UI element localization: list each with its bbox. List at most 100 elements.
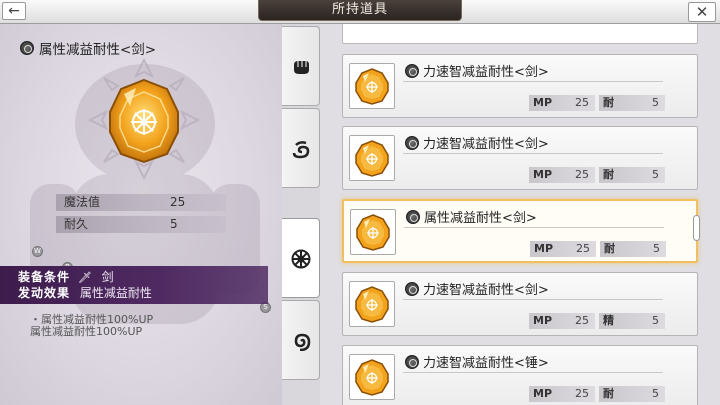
stat-value: 25 [170,195,186,209]
gem-slot-icon [20,41,34,55]
top-bar: ← 所持道具 ✕ [0,0,720,24]
stat-label: 耐 [603,168,614,181]
divider [403,372,663,373]
back-button[interactable]: ← [2,2,26,20]
tab-fist[interactable] [282,26,320,106]
item-name-row: 属性减益耐性<剑> [406,207,537,226]
sword-icon: 🗡 [77,271,92,284]
large-gem-icon [84,54,204,184]
stat-label: MP [533,168,553,181]
close-icon: ✕ [695,3,709,21]
stat-value: 5 [652,387,659,400]
list-item[interactable]: 力速智减益耐性<剑> MP 25 精 5 [342,272,698,336]
tab-compass[interactable] [282,218,320,298]
tab-spiral[interactable] [282,300,320,380]
stat-secondary: 耐 5 [599,167,665,183]
stat-value: 25 [575,96,589,109]
stat-label: MP [533,314,553,327]
item-name-row: 力速智减益耐性<剑> [405,133,549,152]
item-icon-frame [349,135,395,181]
compass-icon [291,249,311,269]
gem-slot-icon [405,281,419,296]
item-name-row: 力速智减益耐性<锤> [405,352,549,371]
stat-value: 25 [575,168,589,181]
gem-slot-icon [405,354,419,369]
equip-condition-label: 装备条件 [18,270,71,284]
item-list[interactable]: 力速智减益耐性<剑> MP 25 耐 5 力速智减益耐性<剑> MP 25 耐 … [320,24,720,405]
divider [403,299,663,300]
gem-icon [355,68,389,105]
item-name-row: 力速智减益耐性<剑> [405,61,549,80]
gem-slot-icon [406,209,420,224]
page-title: 所持道具 [258,0,462,21]
stat-mp: MP 25 [529,313,595,329]
stat-label: 耐久 [64,217,89,231]
effect-row: 发动效果 属性减益耐性 [18,285,152,301]
item-icon-frame [349,63,395,109]
gem-icon [355,140,389,177]
stat-row-durability: 耐久 5 [56,216,226,233]
stat-secondary: 耐 5 [600,241,666,257]
gem-icon [356,214,390,251]
stat-value: 5 [170,217,178,231]
item-name: 力速智减益耐性<锤> [423,356,549,371]
list-item[interactable]: 属性减益耐性<剑> MP 25 耐 5 [342,199,698,263]
list-item-partial[interactable] [342,24,698,44]
stat-value: 25 [576,242,590,255]
stat-label: MP [533,387,553,400]
list-item[interactable]: 力速智减益耐性<锤> MP 25 耐 5 [342,345,698,405]
item-name: 力速智减益耐性<剑> [423,137,549,152]
back-arrow-icon: ← [8,3,20,19]
equip-condition-value: 剑 [101,270,114,284]
close-button[interactable]: ✕ [688,2,716,22]
stat-mp: MP 25 [529,167,595,183]
stat-value: 25 [575,387,589,400]
item-icon-frame [349,281,395,327]
stat-label: 耐 [603,96,614,109]
list-scrollbar[interactable] [693,215,700,241]
tab-swirl[interactable] [282,108,320,188]
stat-label: 精 [603,314,614,327]
equip-condition-row: 装备条件 🗡 剑 [18,269,114,285]
gem-slot-icon [405,63,419,78]
item-detail-panel: 属性减益耐性<剑> 魔法值 25 耐久 5 W S 装备条件 🗡 剑 发动效果 … [0,24,282,405]
stat-label: 耐 [603,387,614,400]
gem-icon [355,359,389,396]
stat-mp: MP 25 [530,241,596,257]
stat-label: MP [534,242,554,255]
stat-value: 5 [652,168,659,181]
gem-slot-icon [405,135,419,150]
item-name: 力速智减益耐性<剑> [423,283,549,298]
stat-secondary: 耐 5 [599,386,665,402]
item-icon-frame [350,209,396,255]
page-title-text: 所持道具 [331,2,388,17]
item-icon-frame [349,354,395,400]
stat-label: 魔法值 [64,195,101,209]
stat-value: 5 [652,96,659,109]
equip-info-box: 装备条件 🗡 剑 发动效果 属性减益耐性 [0,266,268,304]
effect-value: 属性减益耐性 [79,286,152,300]
stat-label: MP [533,96,553,109]
stat-secondary: 耐 5 [599,95,665,111]
marker-dot: W [32,246,43,257]
fist-icon [294,61,309,74]
stat-value: 5 [652,314,659,327]
spiral-icon [294,333,311,351]
stat-mp: MP 25 [529,95,595,111]
divider [403,153,663,154]
item-name: 力速智减益耐性<剑> [423,65,549,80]
description-line: 属性减益耐性100%UP [30,325,143,338]
stat-label: 耐 [604,242,615,255]
divider [403,81,663,82]
stat-row-mp: 魔法值 25 [56,194,226,211]
gem-icon [355,286,389,323]
stat-value: 5 [653,242,660,255]
stat-mp: MP 25 [529,386,595,402]
stat-value: 25 [575,314,589,327]
stat-secondary: 精 5 [599,313,665,329]
effect-label: 发动效果 [18,286,71,300]
item-name-row: 力速智减益耐性<剑> [405,279,549,298]
list-item[interactable]: 力速智减益耐性<剑> MP 25 耐 5 [342,126,698,190]
item-name: 属性减益耐性<剑> [424,211,537,226]
list-item[interactable]: 力速智减益耐性<剑> MP 25 耐 5 [342,54,698,118]
